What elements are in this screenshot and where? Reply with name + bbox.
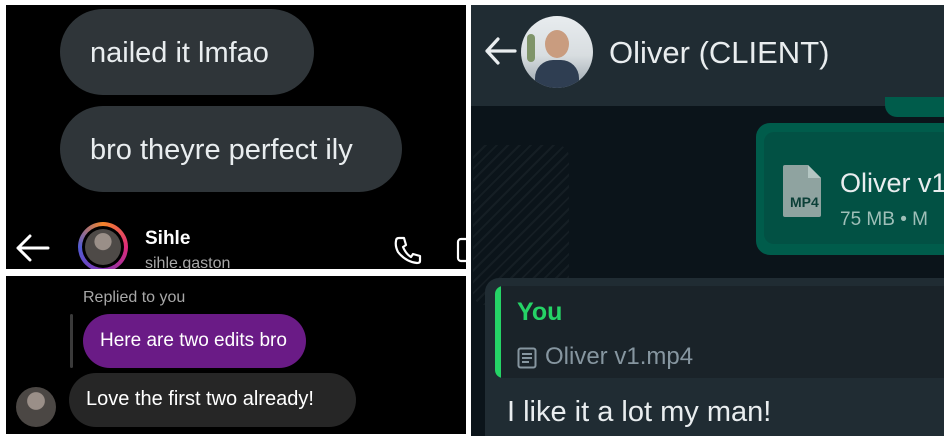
contact-name: Oliver (CLIENT) (609, 35, 830, 70)
quoted-message-bubble[interactable]: Here are two edits bro (83, 314, 306, 368)
message-bubble: nailed it lmfao (60, 9, 314, 95)
reply-indicator-line (70, 314, 73, 368)
whatsapp-panel: Oliver (CLIENT) MP4 Oliver v1 75 MB • M … (471, 5, 944, 436)
message-bubble[interactable]: You Oliver v1.mp4 I like it a lot my man… (485, 278, 944, 436)
message-bubble[interactable]: Love the first two already! (69, 373, 356, 427)
contact-name: Sihle (145, 228, 191, 249)
video-call-icon[interactable] (456, 237, 466, 263)
quoted-message-text: Here are two edits bro (100, 330, 287, 351)
instagram-reply-panel: Replied to you Here are two edits bro Lo… (6, 276, 466, 434)
phone-icon[interactable] (392, 234, 424, 266)
message-text: bro theyre perfect ily (90, 134, 353, 166)
message-text: nailed it lmfao (90, 37, 269, 69)
message-bubble: bro theyre perfect ily (60, 106, 402, 192)
back-arrow-icon[interactable] (14, 233, 50, 263)
replied-label: Replied to you (83, 289, 186, 306)
back-arrow-icon[interactable] (483, 36, 517, 66)
message-text: I like it a lot my man! (507, 396, 772, 428)
message-text: Love the first two already! (86, 388, 314, 410)
avatar[interactable] (521, 16, 593, 88)
file-message-bubble[interactable]: MP4 Oliver v1 75 MB • M (756, 123, 944, 255)
quoted-reply[interactable]: You Oliver v1.mp4 (495, 286, 944, 378)
file-name: Oliver v1 (840, 168, 944, 198)
previous-message-bubble-edge (885, 97, 944, 117)
document-icon (517, 347, 537, 369)
file-icon (781, 163, 823, 219)
avatar[interactable] (78, 222, 128, 269)
contact-username: sihle.gaston (145, 255, 231, 269)
chat-header: Oliver (CLIENT) (471, 5, 944, 106)
file-type-badge: MP4 (790, 194, 819, 210)
file-card[interactable]: MP4 Oliver v1 75 MB • M (764, 132, 944, 244)
quoted-file-name: Oliver v1.mp4 (545, 343, 694, 370)
quote-accent-bar (495, 286, 501, 378)
avatar[interactable] (16, 387, 56, 427)
instagram-thread-panel: nailed it lmfao bro theyre perfect ily S… (6, 5, 466, 269)
file-meta: 75 MB • M (840, 209, 928, 230)
quoted-author: You (517, 298, 563, 326)
